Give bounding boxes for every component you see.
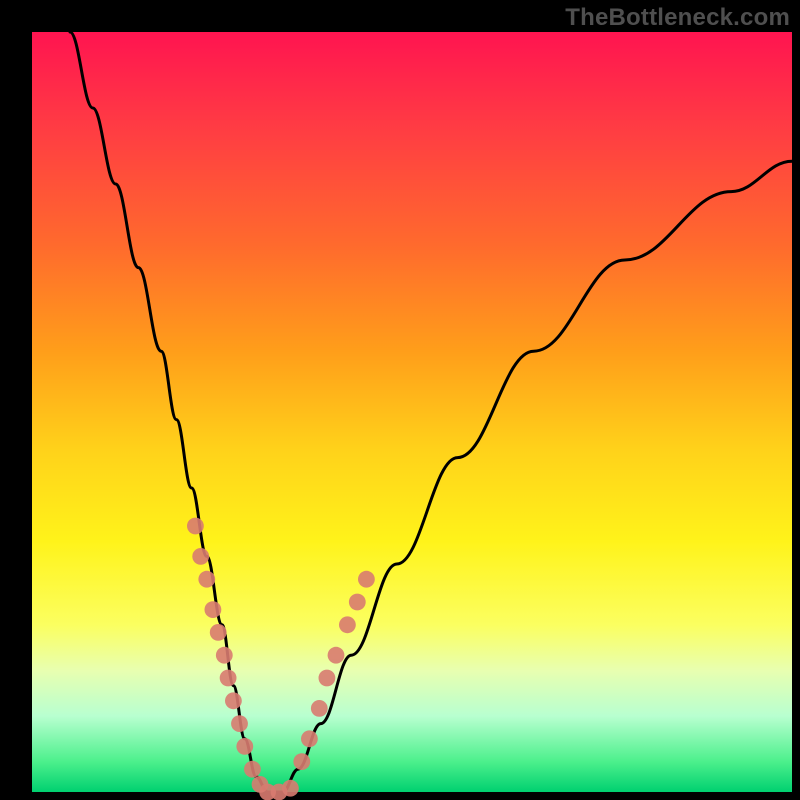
chart-frame: TheBottleneck.com <box>0 0 800 800</box>
bottleneck-curve <box>70 32 792 792</box>
chart-overlay <box>0 0 800 800</box>
